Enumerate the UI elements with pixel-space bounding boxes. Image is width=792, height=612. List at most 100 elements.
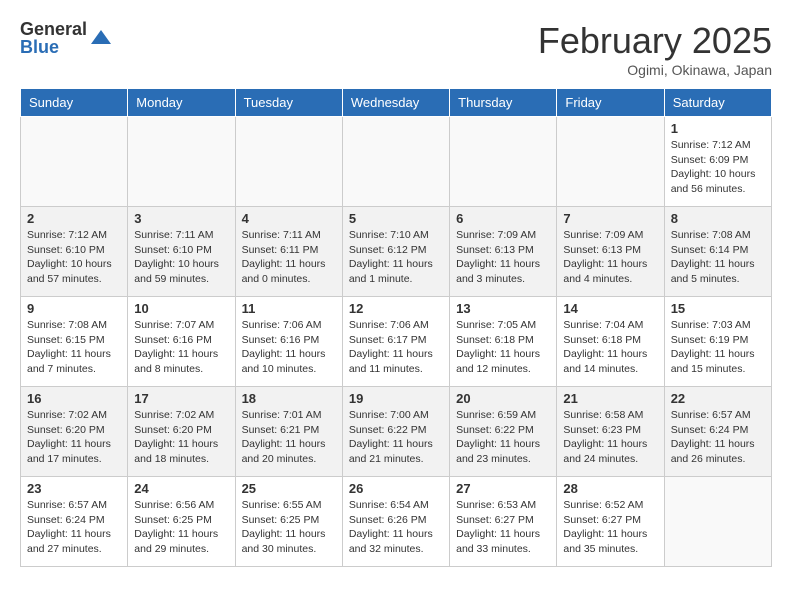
day-cell: 25 Sunrise: 6:55 AM Sunset: 6:25 PM Dayli…: [235, 477, 342, 567]
day-cell: 19 Sunrise: 7:00 AM Sunset: 6:22 PM Dayli…: [342, 387, 449, 477]
day-cell: 4 Sunrise: 7:11 AM Sunset: 6:11 PM Daylig…: [235, 207, 342, 297]
day-info: Sunrise: 7:12 AM Sunset: 6:09 PM Dayligh…: [671, 138, 765, 197]
weekday-header-sunday: Sunday: [21, 89, 128, 117]
day-info: Sunrise: 7:08 AM Sunset: 6:14 PM Dayligh…: [671, 228, 765, 287]
weekday-header-saturday: Saturday: [664, 89, 771, 117]
day-info: Sunrise: 6:59 AM Sunset: 6:22 PM Dayligh…: [456, 408, 550, 467]
day-cell: 24 Sunrise: 6:56 AM Sunset: 6:25 PM Dayli…: [128, 477, 235, 567]
day-number: 26: [349, 481, 443, 496]
day-number: 17: [134, 391, 228, 406]
day-number: 18: [242, 391, 336, 406]
day-info: Sunrise: 7:07 AM Sunset: 6:16 PM Dayligh…: [134, 318, 228, 377]
day-info: Sunrise: 7:09 AM Sunset: 6:13 PM Dayligh…: [563, 228, 657, 287]
day-number: 11: [242, 301, 336, 316]
day-info: Sunrise: 7:12 AM Sunset: 6:10 PM Dayligh…: [27, 228, 121, 287]
day-number: 9: [27, 301, 121, 316]
day-info: Sunrise: 6:56 AM Sunset: 6:25 PM Dayligh…: [134, 498, 228, 557]
day-number: 5: [349, 211, 443, 226]
day-info: Sunrise: 7:00 AM Sunset: 6:22 PM Dayligh…: [349, 408, 443, 467]
day-number: 24: [134, 481, 228, 496]
week-row-1: 1 Sunrise: 7:12 AM Sunset: 6:09 PM Daylig…: [21, 117, 772, 207]
location-subtitle: Ogimi, Okinawa, Japan: [538, 62, 772, 78]
week-row-5: 23Sunrise: 6:57 AM Sunset: 6:24 PM Dayli…: [21, 477, 772, 567]
logo-general: General: [20, 20, 87, 38]
day-info: Sunrise: 7:03 AM Sunset: 6:19 PM Dayligh…: [671, 318, 765, 377]
day-info: Sunrise: 7:11 AM Sunset: 6:10 PM Dayligh…: [134, 228, 228, 287]
weekday-header-friday: Friday: [557, 89, 664, 117]
day-number: 3: [134, 211, 228, 226]
day-number: 22: [671, 391, 765, 406]
day-cell: [21, 117, 128, 207]
day-cell: 2 Sunrise: 7:12 AM Sunset: 6:10 PM Daylig…: [21, 207, 128, 297]
day-cell: [235, 117, 342, 207]
day-cell: [557, 117, 664, 207]
day-cell: 5 Sunrise: 7:10 AM Sunset: 6:12 PM Daylig…: [342, 207, 449, 297]
day-number: 6: [456, 211, 550, 226]
day-info: Sunrise: 7:10 AM Sunset: 6:12 PM Dayligh…: [349, 228, 443, 287]
day-cell: 17 Sunrise: 7:02 AM Sunset: 6:20 PM Dayli…: [128, 387, 235, 477]
day-number: 21: [563, 391, 657, 406]
day-info: Sunrise: 6:52 AM Sunset: 6:27 PM Dayligh…: [563, 498, 657, 557]
day-cell: [450, 117, 557, 207]
weekday-header-row: SundayMondayTuesdayWednesdayThursdayFrid…: [21, 89, 772, 117]
day-info: Sunrise: 7:05 AM Sunset: 6:18 PM Dayligh…: [456, 318, 550, 377]
day-number: 20: [456, 391, 550, 406]
day-info: Sunrise: 6:57 AM Sunset: 6:24 PM Dayligh…: [671, 408, 765, 467]
day-number: 15: [671, 301, 765, 316]
day-number: 28: [563, 481, 657, 496]
day-cell: 23Sunrise: 6:57 AM Sunset: 6:24 PM Dayli…: [21, 477, 128, 567]
day-number: 27: [456, 481, 550, 496]
day-number: 7: [563, 211, 657, 226]
day-number: 4: [242, 211, 336, 226]
day-cell: 3 Sunrise: 7:11 AM Sunset: 6:10 PM Daylig…: [128, 207, 235, 297]
weekday-header-monday: Monday: [128, 89, 235, 117]
day-number: 8: [671, 211, 765, 226]
month-title: February 2025: [538, 20, 772, 62]
day-number: 25: [242, 481, 336, 496]
day-cell: 18 Sunrise: 7:01 AM Sunset: 6:21 PM Dayli…: [235, 387, 342, 477]
day-cell: 9 Sunrise: 7:08 AM Sunset: 6:15 PM Daylig…: [21, 297, 128, 387]
day-cell: 21Sunrise: 6:58 AM Sunset: 6:23 PM Dayli…: [557, 387, 664, 477]
week-row-4: 16 Sunrise: 7:02 AM Sunset: 6:20 PM Dayli…: [21, 387, 772, 477]
day-number: 1: [671, 121, 765, 136]
day-cell: 16Sunrise: 7:02 AM Sunset: 6:20 PM Dayli…: [21, 387, 128, 477]
day-info: Sunrise: 6:55 AM Sunset: 6:25 PM Dayligh…: [242, 498, 336, 557]
day-info: Sunrise: 7:06 AM Sunset: 6:17 PM Dayligh…: [349, 318, 443, 377]
day-cell: 13 Sunrise: 7:05 AM Sunset: 6:18 PM Dayli…: [450, 297, 557, 387]
day-cell: 20 Sunrise: 6:59 AM Sunset: 6:22 PM Dayli…: [450, 387, 557, 477]
weekday-header-tuesday: Tuesday: [235, 89, 342, 117]
day-number: 13: [456, 301, 550, 316]
day-cell: 22 Sunrise: 6:57 AM Sunset: 6:24 PM Dayli…: [664, 387, 771, 477]
day-cell: [342, 117, 449, 207]
day-cell: 15 Sunrise: 7:03 AM Sunset: 6:19 PM Dayli…: [664, 297, 771, 387]
day-cell: [664, 477, 771, 567]
day-info: Sunrise: 7:04 AM Sunset: 6:18 PM Dayligh…: [563, 318, 657, 377]
week-row-2: 2 Sunrise: 7:12 AM Sunset: 6:10 PM Daylig…: [21, 207, 772, 297]
day-info: Sunrise: 6:53 AM Sunset: 6:27 PM Dayligh…: [456, 498, 550, 557]
day-number: 19: [349, 391, 443, 406]
day-cell: 27 Sunrise: 6:53 AM Sunset: 6:27 PM Dayli…: [450, 477, 557, 567]
day-cell: 10Sunrise: 7:07 AM Sunset: 6:16 PM Dayli…: [128, 297, 235, 387]
day-cell: 6 Sunrise: 7:09 AM Sunset: 6:13 PM Daylig…: [450, 207, 557, 297]
logo-blue: Blue: [20, 38, 87, 56]
day-info: Sunrise: 7:02 AM Sunset: 6:20 PM Dayligh…: [134, 408, 228, 467]
day-cell: 14 Sunrise: 7:04 AM Sunset: 6:18 PM Dayli…: [557, 297, 664, 387]
title-block: February 2025 Ogimi, Okinawa, Japan: [538, 20, 772, 78]
day-cell: 11Sunrise: 7:06 AM Sunset: 6:16 PM Dayli…: [235, 297, 342, 387]
day-number: 16: [27, 391, 121, 406]
day-cell: 26 Sunrise: 6:54 AM Sunset: 6:26 PM Dayli…: [342, 477, 449, 567]
calendar-table: SundayMondayTuesdayWednesdayThursdayFrid…: [20, 88, 772, 567]
day-number: 14: [563, 301, 657, 316]
day-cell: 28 Sunrise: 6:52 AM Sunset: 6:27 PM Dayli…: [557, 477, 664, 567]
day-info: Sunrise: 7:11 AM Sunset: 6:11 PM Dayligh…: [242, 228, 336, 287]
day-info: Sunrise: 7:09 AM Sunset: 6:13 PM Dayligh…: [456, 228, 550, 287]
day-info: Sunrise: 6:54 AM Sunset: 6:26 PM Dayligh…: [349, 498, 443, 557]
day-cell: [128, 117, 235, 207]
day-cell: 8 Sunrise: 7:08 AM Sunset: 6:14 PM Daylig…: [664, 207, 771, 297]
day-number: 23: [27, 481, 121, 496]
day-info: Sunrise: 7:01 AM Sunset: 6:21 PM Dayligh…: [242, 408, 336, 467]
day-info: Sunrise: 7:08 AM Sunset: 6:15 PM Dayligh…: [27, 318, 121, 377]
day-number: 2: [27, 211, 121, 226]
week-row-3: 9 Sunrise: 7:08 AM Sunset: 6:15 PM Daylig…: [21, 297, 772, 387]
page-header: General Blue February 2025 Ogimi, Okinaw…: [20, 20, 772, 78]
